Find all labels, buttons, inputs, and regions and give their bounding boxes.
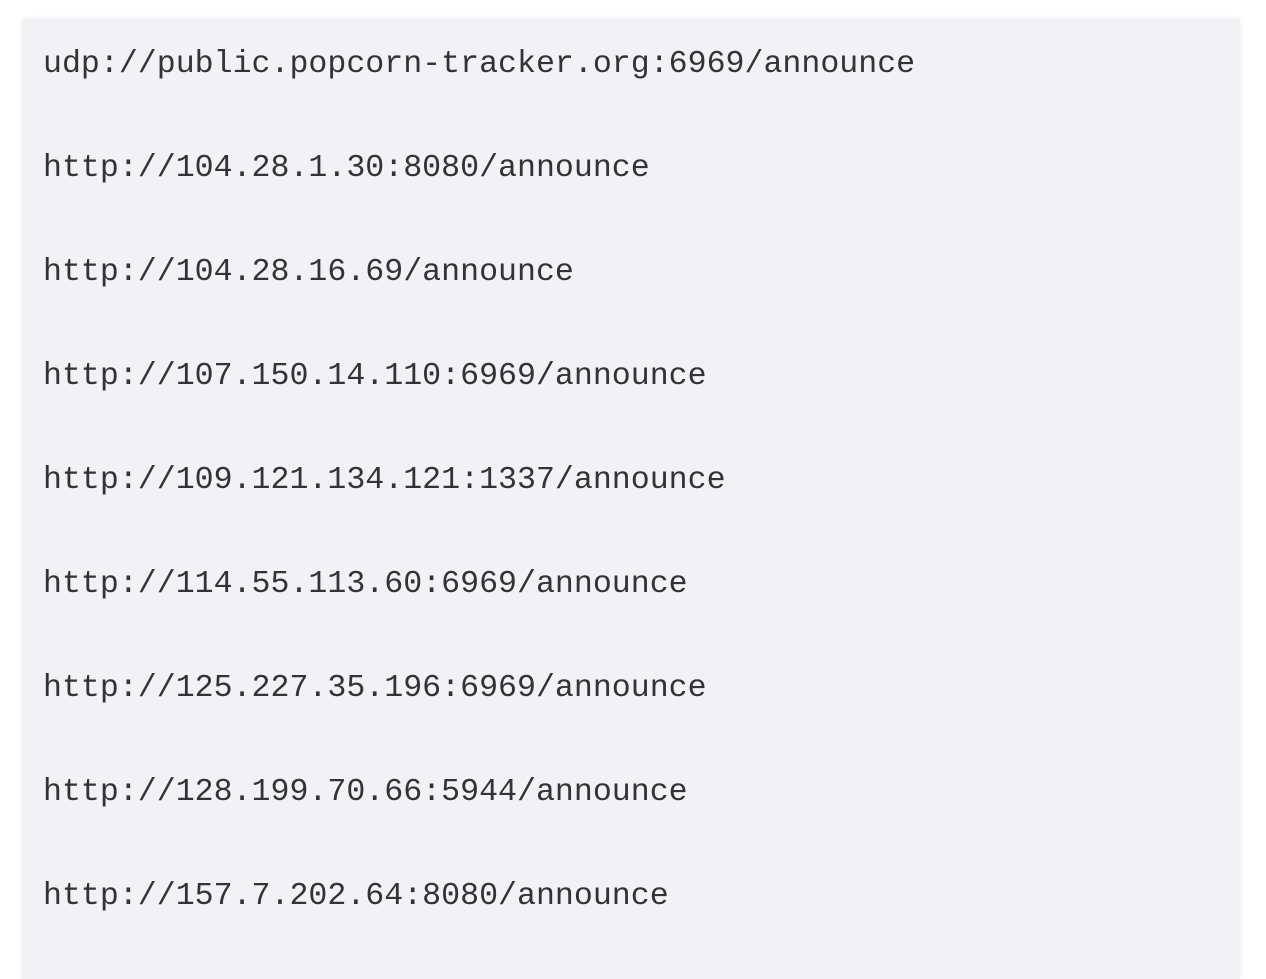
tracker-url: http://128.199.70.66:5944/announce: [43, 775, 688, 810]
tracker-url: http://104.28.16.69/announce: [43, 255, 574, 290]
tracker-url: http://114.55.113.60:6969/announce: [43, 567, 688, 602]
tracker-url: udp://public.popcorn-tracker.org:6969/an…: [43, 47, 916, 82]
tracker-url: http://157.7.202.64:8080/announce: [43, 879, 669, 914]
tracker-url: http://104.28.1.30:8080/announce: [43, 151, 650, 186]
tracker-url: http://125.227.35.196:6969/announce: [43, 671, 707, 706]
tracker-list: udp://public.popcorn-tracker.org:6969/an…: [22, 19, 1240, 979]
tracker-url: http://107.150.14.110:6969/announce: [43, 359, 707, 394]
tracker-url: http://109.121.134.121:1337/announce: [43, 463, 726, 498]
